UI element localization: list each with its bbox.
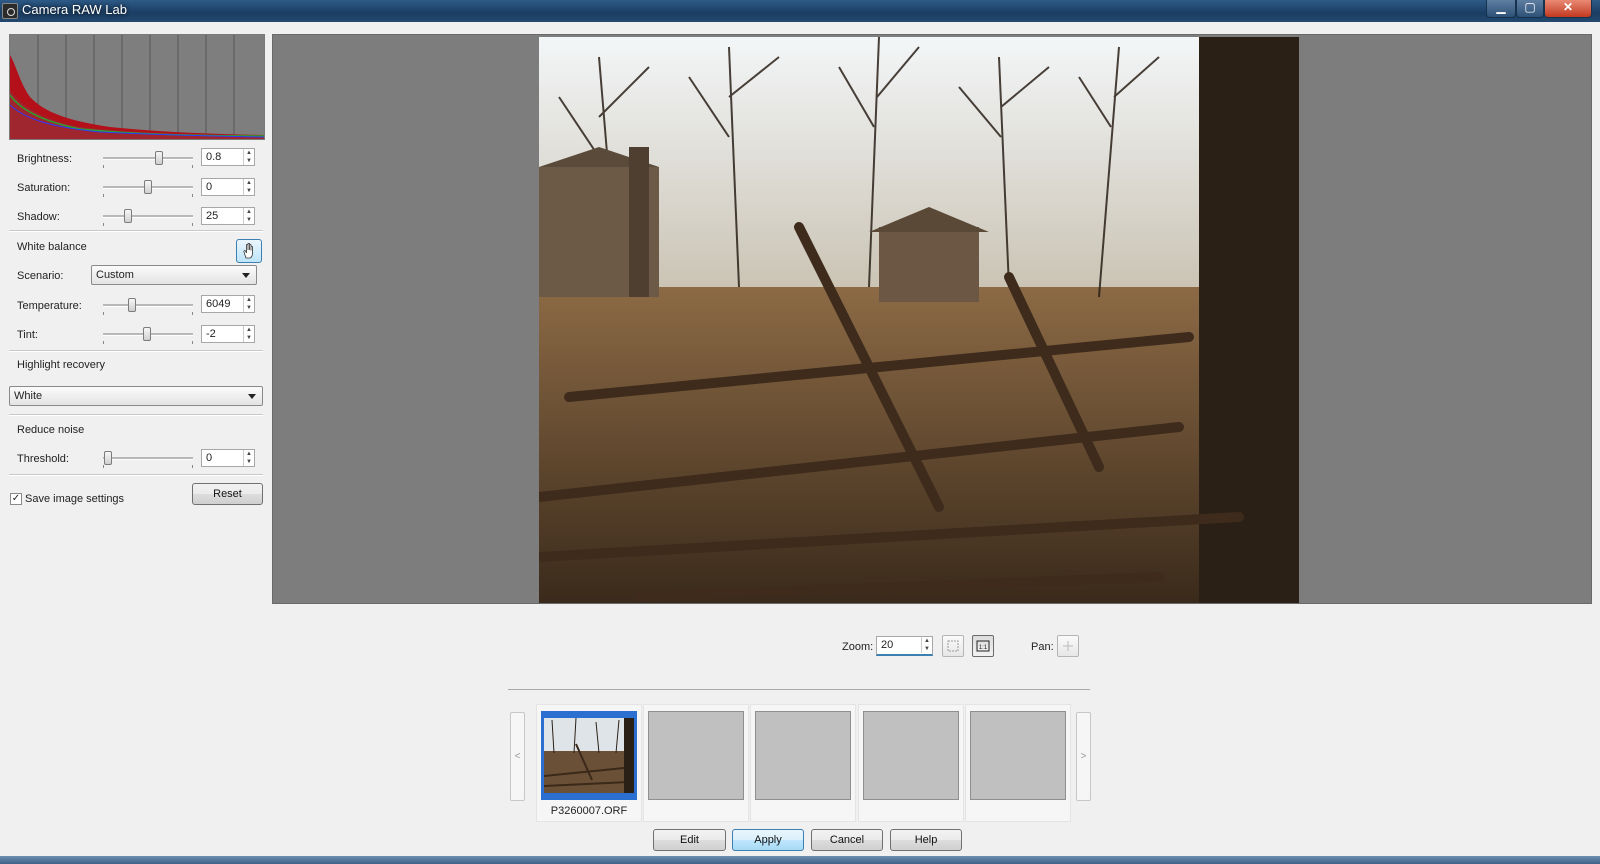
reset-button[interactable]: Reset (192, 483, 263, 505)
shadow-slider[interactable] (103, 209, 193, 226)
title-bar: Camera RAW Lab ▁ ▢ ✕ (0, 0, 1600, 22)
separator (508, 689, 1090, 690)
brightness-spin-arrows[interactable]: ▲ ▼ (243, 149, 254, 165)
shadow-label: Shadow: (17, 211, 60, 223)
white-balance-picker-button[interactable] (236, 239, 262, 263)
image-preview-area[interactable] (272, 34, 1592, 604)
zoom-input[interactable]: 20 ▲ ▼ (876, 636, 933, 656)
tint-input[interactable]: -2 ▲ ▼ (201, 325, 255, 343)
chevron-down-icon (248, 394, 256, 399)
filmstrip-item[interactable] (750, 704, 856, 822)
svg-text:1:1: 1:1 (979, 645, 988, 651)
threshold-label: Threshold: (17, 453, 69, 465)
window-title: Camera RAW Lab (22, 2, 127, 17)
shadow-input[interactable]: 25 ▲ ▼ (201, 207, 255, 225)
divider (9, 350, 263, 352)
tint-label: Tint: (17, 329, 38, 341)
threshold-input[interactable]: 0 ▲ ▼ (201, 449, 255, 467)
pan-label: Pan: (1031, 641, 1054, 653)
preview-photo (539, 37, 1299, 603)
highlight-recovery-dropdown[interactable]: White (9, 386, 263, 406)
brightness-label: Brightness: (17, 153, 73, 165)
white-balance-label: White balance (17, 241, 87, 253)
camera-app-icon (2, 3, 18, 19)
cancel-button[interactable]: Cancel (811, 829, 883, 851)
chevron-down-icon (242, 273, 250, 278)
taskbar-edge (0, 856, 1600, 864)
filmstrip-item[interactable] (858, 704, 964, 822)
saturation-spin-arrows[interactable]: ▲ ▼ (243, 179, 254, 195)
histogram (9, 34, 265, 140)
zoom-label: Zoom: (842, 641, 874, 653)
thumbnail-placeholder (863, 711, 959, 800)
saturation-slider-thumb[interactable] (144, 180, 152, 194)
pan-move-icon (1063, 641, 1073, 651)
filmstrip-item[interactable]: P3260007.ORF (536, 704, 642, 822)
tint-spin-arrows[interactable]: ▲ ▼ (243, 326, 254, 342)
thumbnail-placeholder (755, 711, 851, 800)
thumbnail (541, 711, 637, 800)
divider (9, 414, 263, 416)
temperature-spin-arrows[interactable]: ▲ ▼ (243, 296, 254, 312)
saturation-input[interactable]: 0 ▲ ▼ (201, 178, 255, 196)
thumbnail-placeholder (970, 711, 1066, 800)
hand-picker-icon (243, 242, 253, 259)
edit-button[interactable]: Edit (653, 829, 726, 851)
filmstrip-next-button[interactable]: > (1076, 712, 1091, 801)
brightness-slider-thumb[interactable] (154, 151, 163, 165)
maximize-button[interactable]: ▢ (1516, 0, 1544, 18)
divider (9, 230, 263, 232)
brightness-input[interactable]: 0.8 ▲ ▼ (201, 148, 255, 166)
temperature-slider-thumb[interactable] (127, 298, 136, 312)
brightness-slider[interactable] (103, 151, 193, 168)
filmstrip-prev-button[interactable]: < (510, 712, 525, 801)
threshold-spin-arrows[interactable]: ▲ ▼ (243, 450, 254, 466)
temperature-slider[interactable] (103, 298, 193, 315)
temperature-label: Temperature: (17, 300, 82, 312)
save-image-settings-label: Save image settings (25, 493, 125, 505)
threshold-slider[interactable] (103, 451, 193, 468)
highlight-recovery-label: Highlight recovery (17, 359, 106, 371)
shadow-spin-arrows[interactable]: ▲ ▼ (243, 208, 254, 224)
close-button[interactable]: ✕ (1544, 0, 1592, 18)
actual-size-icon: 1:1 (976, 640, 990, 652)
save-image-settings-checkbox[interactable]: ✓ (10, 493, 22, 505)
saturation-label: Saturation: (17, 182, 71, 194)
help-button[interactable]: Help (890, 829, 962, 851)
thumbnail-image (544, 718, 634, 793)
scenario-label: Scenario: (17, 270, 64, 282)
divider (9, 474, 263, 476)
fit-window-icon (947, 640, 959, 652)
shadow-slider-thumb[interactable] (124, 209, 133, 223)
pan-button[interactable] (1057, 635, 1079, 657)
apply-button[interactable]: Apply (732, 829, 804, 851)
scenario-dropdown[interactable]: Custom (91, 265, 257, 285)
tint-slider[interactable] (103, 327, 193, 344)
adjustment-panel: Brightness: 0.8 ▲ ▼ Saturation: 0 ▲ ▼ Shad… (0, 24, 268, 844)
thumbnail-filename: P3260007.ORF (550, 805, 628, 817)
reduce-noise-label: Reduce noise (17, 424, 85, 436)
minimize-button[interactable]: ▁ (1486, 0, 1516, 18)
filmstrip-item[interactable] (643, 704, 749, 822)
actual-size-button[interactable]: 1:1 (972, 635, 994, 657)
threshold-slider-thumb[interactable] (103, 451, 112, 465)
saturation-slider[interactable] (103, 180, 193, 197)
zoom-spin-arrows[interactable]: ▲ ▼ (921, 637, 932, 653)
tint-slider-thumb[interactable] (143, 327, 152, 341)
thumbnail-placeholder (648, 711, 744, 800)
fit-to-window-button[interactable] (942, 635, 964, 657)
temperature-input[interactable]: 6049 ▲ ▼ (201, 295, 255, 313)
filmstrip-item[interactable] (965, 704, 1071, 822)
